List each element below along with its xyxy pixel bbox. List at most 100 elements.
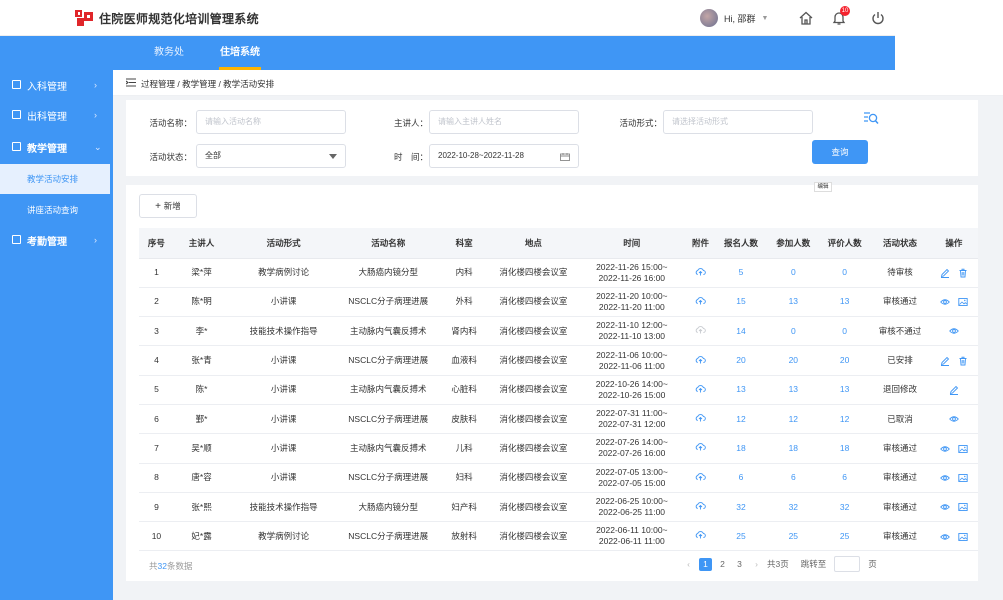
cell-no: 3 <box>139 316 174 347</box>
view-icon[interactable] <box>939 473 950 483</box>
tab-academic-affairs[interactable]: 教务处 <box>150 36 188 70</box>
activity-status-value: 全部 <box>205 151 221 160</box>
cell-place: 消化楼四楼会议室 <box>489 404 577 435</box>
activity-name-input[interactable]: 请输入活动名称 <box>196 110 346 134</box>
sidebar-subitem-teaching-arrangement[interactable]: 教学活动安排 <box>0 164 113 194</box>
image-icon[interactable] <box>958 502 968 512</box>
cell-attachment <box>686 345 715 376</box>
cell-speaker: 吴*顺 <box>173 433 230 464</box>
cell-rate: 18 <box>818 433 871 464</box>
cell-speaker: 陈* <box>173 375 230 405</box>
chevron-down-icon: ⌄ <box>94 141 102 152</box>
cell-name: NSCLC分子病理进展 <box>337 521 439 552</box>
cell-no: 7 <box>139 433 174 464</box>
chevron-right-icon: › <box>94 80 97 90</box>
time-range-picker[interactable]: 2022-10-28~2022-11-28 <box>429 144 579 168</box>
cloud-upload-icon[interactable] <box>695 267 706 278</box>
cloud-upload-icon[interactable] <box>695 384 706 395</box>
view-icon[interactable] <box>948 326 959 336</box>
time-start: 2022-11-10 12:00~ <box>596 320 668 331</box>
time-start: 2022-11-20 10:00~ <box>596 290 668 301</box>
notification-badge: 10 <box>840 6 850 16</box>
sidebar-item-admission[interactable]: 入科管理 › <box>0 70 113 100</box>
home-icon[interactable] <box>797 9 815 27</box>
cell-no: 8 <box>139 463 174 493</box>
cell-dept: 放射科 <box>438 521 490 552</box>
col-header: 活动名称 <box>337 228 439 259</box>
time-label: 时 间： <box>393 152 428 162</box>
image-icon[interactable] <box>958 532 968 542</box>
speaker-input[interactable]: 请输入主讲人姓名 <box>429 110 579 134</box>
view-icon[interactable] <box>948 414 959 424</box>
sidebar-item-attendance[interactable]: 考勤管理 › <box>0 225 113 255</box>
edit-icon[interactable] <box>940 356 950 366</box>
tab-residency-system[interactable]: 住培系统 <box>219 36 261 70</box>
cell-rate: 32 <box>818 492 871 523</box>
image-icon[interactable] <box>958 444 968 454</box>
cloud-upload-icon[interactable] <box>695 502 706 512</box>
cell-speaker: 张*青 <box>173 345 230 376</box>
cloud-upload-icon[interactable] <box>695 531 706 541</box>
cell-name: NSCLC分子病理进展 <box>337 287 439 318</box>
delete-icon[interactable] <box>958 268 968 278</box>
edit-icon[interactable] <box>949 385 959 396</box>
plus-icon: + <box>155 201 164 212</box>
cell-speaker: 张*熙 <box>173 492 230 523</box>
cell-status: 审核通过 <box>870 492 930 523</box>
jump-page-input[interactable] <box>834 556 861 572</box>
page-1[interactable]: 1 <box>699 557 712 571</box>
sidebar-item-label: 教学管理 <box>27 143 67 155</box>
notification-bell[interactable]: 10 <box>830 6 850 27</box>
teaching-icon <box>12 142 21 151</box>
cloud-upload-icon[interactable] <box>695 414 706 424</box>
cell-place: 消化楼四楼会议室 <box>489 433 577 464</box>
image-icon[interactable] <box>958 297 968 307</box>
activity-status-select[interactable]: 全部 <box>196 144 346 168</box>
cell-dept: 儿科 <box>438 433 490 464</box>
avatar[interactable] <box>700 9 718 27</box>
cell-time: 2022-11-10 12:00~ 2022-11-10 13:00 <box>576 316 687 347</box>
image-icon[interactable] <box>958 473 968 483</box>
cell-no: 4 <box>139 345 174 376</box>
cell-attend: 13 <box>767 375 819 405</box>
view-icon[interactable] <box>939 502 950 512</box>
advanced-search-icon[interactable] <box>863 110 879 126</box>
cell-status: 审核通过 <box>870 287 930 318</box>
cell-ops <box>929 375 978 405</box>
cloud-upload-icon[interactable] <box>695 472 706 483</box>
view-icon[interactable] <box>939 444 950 454</box>
edit-icon[interactable] <box>940 268 950 278</box>
cloud-upload-icon[interactable] <box>695 326 706 336</box>
sidebar-item-discharge[interactable]: 出科管理 › <box>0 100 113 130</box>
search-button[interactable]: 查询 <box>812 140 868 164</box>
cell-speaker: 唐*容 <box>173 463 230 493</box>
menu-fold-icon[interactable] <box>126 78 136 87</box>
page-2[interactable]: 2 <box>716 558 729 571</box>
table-header-row: 序号 主讲人 活动形式 活动名称 科室 地点 时间 附件 报名人数 参加人数 评… <box>139 228 978 259</box>
sidebar-subitem-lecture-query[interactable]: 讲座活动查询 <box>0 195 113 225</box>
sidebar-item-label: 考勤管理 <box>27 236 67 248</box>
user-menu[interactable]: Hi, 邵群 ▼ <box>700 8 768 28</box>
cloud-upload-icon[interactable] <box>695 355 706 366</box>
power-icon[interactable] <box>869 9 887 27</box>
cell-rate: 0 <box>818 258 871 288</box>
prev-page-icon[interactable]: ‹ <box>682 558 695 571</box>
breadcrumb-bar: 过程管理 / 教学管理 / 教学活动安排 <box>113 70 1003 96</box>
cloud-upload-icon[interactable] <box>695 443 706 453</box>
caret-down-icon[interactable]: ▼ <box>762 15 769 22</box>
view-icon[interactable] <box>939 532 950 542</box>
activity-form-select[interactable]: 请选择活动形式 <box>663 110 813 134</box>
time-range-value: 2022-10-28~2022-11-28 <box>438 151 524 160</box>
cell-signup: 32 <box>714 492 768 523</box>
sidebar-item-teaching[interactable]: 教学管理 ⌄ <box>0 132 113 162</box>
cell-time: 2022-11-06 10:00~ 2022-11-06 11:00 <box>576 345 687 376</box>
delete-icon[interactable] <box>958 356 968 366</box>
activity-name-label: 活动名称： <box>149 118 192 128</box>
next-page-icon[interactable]: › <box>750 558 763 571</box>
page-3[interactable]: 3 <box>733 558 746 571</box>
cell-dept: 血液科 <box>438 345 490 376</box>
cell-signup: 13 <box>714 375 768 405</box>
add-button[interactable]: + 新增 <box>139 194 197 218</box>
cloud-upload-icon[interactable] <box>695 297 706 307</box>
view-icon[interactable] <box>939 297 950 307</box>
